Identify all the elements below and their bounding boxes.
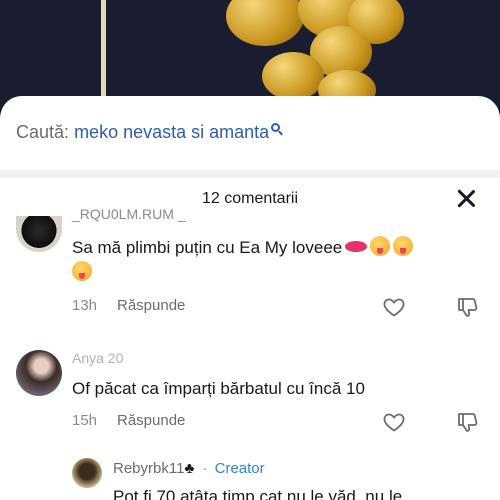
search-query[interactable]: meko nevasta si amanta	[74, 122, 269, 142]
comment-text: Of păcat ca împarți bărbatul cu încă 10	[72, 379, 365, 398]
reply-button[interactable]: Răspunde	[117, 412, 185, 429]
dislike-icon[interactable]	[456, 295, 480, 319]
avatar[interactable]	[72, 458, 102, 488]
comment-text: Sa mă plimbi puțin cu Ea My loveee	[72, 235, 482, 285]
section-divider	[0, 170, 500, 178]
close-icon[interactable]	[455, 188, 477, 210]
heart-icon[interactable]	[382, 410, 406, 434]
separator-dot: ·	[202, 460, 208, 477]
video-background	[0, 0, 500, 110]
comment-time: 13h	[72, 297, 98, 314]
search-suggestion[interactable]: Caută: meko nevasta si amanta	[16, 122, 281, 143]
reply-button[interactable]: Răspunde	[117, 297, 185, 314]
reply-item: Rebyrbk11♣ · Creator Pot fi 70 atâta tim…	[0, 458, 500, 500]
dislike-icon[interactable]	[456, 410, 480, 434]
comment-username[interactable]: _RQU0LM.RUM _	[72, 206, 186, 222]
gold-balloon	[226, 0, 304, 46]
squint-tongue-emoji-icon	[370, 236, 391, 256]
comment-username[interactable]: Anya 20	[72, 350, 123, 366]
avatar[interactable]	[16, 350, 62, 396]
creator-badge: Creator	[214, 460, 265, 477]
squint-tongue-emoji-icon	[393, 236, 414, 256]
balloon-string	[101, 0, 106, 110]
heart-icon[interactable]	[382, 295, 406, 319]
squint-tongue-emoji-icon	[72, 261, 92, 281]
comment-time: 15h	[72, 412, 98, 429]
club-suit-icon: ♣	[184, 460, 195, 477]
comment-body: Sa mă plimbi puțin cu Ea My loveee	[72, 238, 343, 257]
avatar[interactable]	[16, 216, 62, 252]
search-icon	[271, 123, 281, 132]
search-prefix: Caută:	[16, 122, 70, 142]
comments-sheet: Caută: meko nevasta si amanta 12 comenta…	[0, 96, 500, 500]
comment-item: _RQU0LM.RUM _ Sa mă plimbi puțin cu Ea M…	[0, 206, 500, 321]
reply-username[interactable]: Rebyrbk11♣ · Creator	[113, 460, 265, 477]
reply-text: Pot fi 70 atâta timp cat nu le văd, nu l…	[113, 487, 403, 500]
gold-balloon	[262, 52, 324, 100]
comment-item: Anya 20 Of păcat ca împarți bărbatul cu …	[0, 350, 500, 440]
reply-username-text: Rebyrbk11	[113, 460, 185, 477]
lips-emoji-icon	[345, 241, 368, 252]
